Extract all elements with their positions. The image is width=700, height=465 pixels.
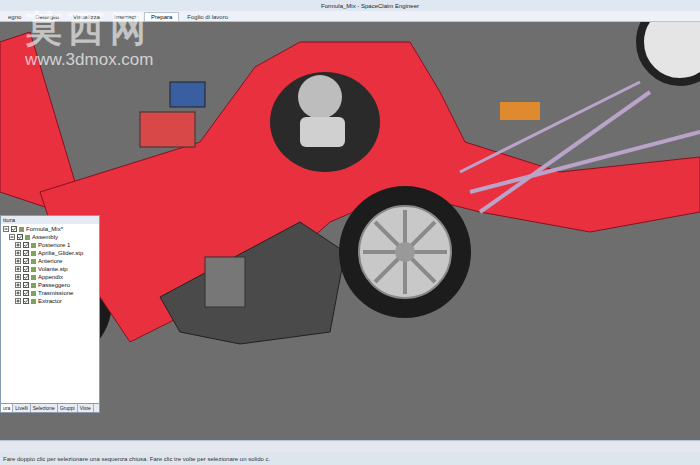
checkbox-icon[interactable] — [23, 290, 29, 296]
component-icon — [31, 251, 36, 256]
app-window: Formula_Mix - SpaceClaim EngineeregnoDet… — [0, 0, 700, 465]
tree-item[interactable]: Extractor — [1, 297, 99, 305]
component-icon — [31, 275, 36, 280]
ribbon-tab[interactable]: Dettaglio — [29, 13, 65, 21]
checkbox-icon[interactable] — [11, 226, 17, 232]
tree-item[interactable]: Assembly — [1, 233, 99, 241]
ribbon-tab[interactable]: egno — [2, 13, 27, 21]
expand-icon[interactable] — [15, 298, 21, 304]
checkbox-icon[interactable] — [23, 242, 29, 248]
tree-item[interactable]: Passeggero — [1, 281, 99, 289]
component-icon — [31, 243, 36, 248]
checkbox-icon[interactable] — [23, 258, 29, 264]
viewport[interactable]: tturaFormula_Mix*AssemblyPosteriore 1Apr… — [0, 22, 700, 440]
tree-item[interactable]: Volante.stp — [1, 265, 99, 273]
status-bar: Fare doppio clic per selezionare una seq… — [0, 452, 700, 465]
title-bar: Formula_Mix - SpaceClaim Engineer — [0, 0, 700, 11]
checkbox-icon[interactable] — [23, 282, 29, 288]
panel-tab[interactable]: Selezione — [31, 404, 58, 412]
ribbon-tabs: egnoDettaglioVisualizzaInserisciPreparaF… — [0, 11, 700, 22]
expand-icon[interactable] — [9, 234, 15, 240]
tree: Formula_Mix*AssemblyPosteriore 1Aprilia_… — [1, 224, 99, 403]
panel-title: ttura — [1, 216, 99, 224]
panel-tab[interactable]: ura — [1, 404, 13, 412]
component-icon — [31, 299, 36, 304]
panel-tab[interactable]: Viste — [78, 404, 94, 412]
tree-item[interactable]: Appendix — [1, 273, 99, 281]
expand-icon[interactable] — [15, 266, 21, 272]
expand-icon[interactable] — [15, 258, 21, 264]
expand-icon[interactable] — [15, 274, 21, 280]
checkbox-icon[interactable] — [23, 250, 29, 256]
watermark-logo: 莫西网 — [26, 8, 152, 50]
checkbox-icon[interactable] — [23, 274, 29, 280]
expand-icon[interactable] — [15, 250, 21, 256]
expand-icon[interactable] — [15, 290, 21, 296]
car-model-icon[interactable] — [0, 22, 700, 440]
tree-item[interactable]: Aprilia_Glider.stp — [1, 249, 99, 257]
tree-item[interactable]: Posteriore 1 — [1, 241, 99, 249]
component-icon — [31, 259, 36, 264]
panel-tab[interactable]: Livelli — [13, 404, 31, 412]
component-icon — [31, 291, 36, 296]
panel-tabs: uraLivelliSelezioneGruppiViste — [1, 403, 99, 412]
bottom-strip — [0, 440, 700, 452]
watermark: 莫西网www.3dmox.com — [25, 8, 153, 70]
component-icon — [19, 227, 24, 232]
ribbon-tab[interactable]: Visualizza — [67, 13, 106, 21]
expand-icon[interactable] — [15, 242, 21, 248]
watermark-url: www.3dmox.com — [25, 50, 153, 70]
ribbon-tab[interactable]: Inserisci — [108, 13, 142, 21]
panel-tab[interactable]: Gruppi — [58, 404, 78, 412]
tree-item[interactable]: Anteriore — [1, 257, 99, 265]
component-icon — [31, 267, 36, 272]
tree-item[interactable]: Trasmissione — [1, 289, 99, 297]
checkbox-icon[interactable] — [23, 266, 29, 272]
component-icon — [25, 235, 30, 240]
ribbon-tab[interactable]: Foglio di lavoro — [181, 13, 234, 21]
tree-item[interactable]: Formula_Mix* — [1, 225, 99, 233]
checkbox-icon[interactable] — [17, 234, 23, 240]
expand-icon[interactable] — [15, 282, 21, 288]
expand-icon[interactable] — [3, 226, 9, 232]
checkbox-icon[interactable] — [23, 298, 29, 304]
ribbon-tab[interactable]: Prepara — [144, 12, 179, 21]
structure-panel: tturaFormula_Mix*AssemblyPosteriore 1Apr… — [0, 215, 100, 413]
component-icon — [31, 283, 36, 288]
